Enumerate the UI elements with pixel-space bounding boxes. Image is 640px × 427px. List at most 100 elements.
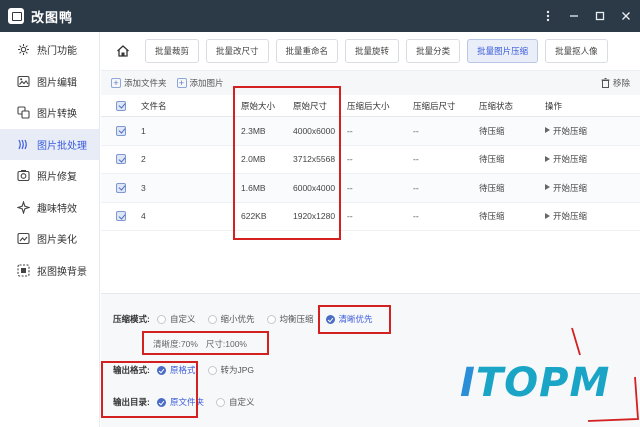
radio-icon	[266, 314, 276, 324]
play-icon	[545, 184, 550, 191]
play-icon	[545, 127, 550, 134]
start-compress-label: 开始压缩	[553, 182, 588, 193]
clarity-value: 清晰度:70%	[153, 339, 198, 349]
column-header: 压缩后尺寸	[413, 100, 456, 111]
batch-resize-button[interactable]: 批量改尺寸	[206, 39, 269, 63]
sidebar-item-hot[interactable]: 热门功能	[0, 34, 99, 66]
option-label: 缩小优先	[220, 314, 255, 324]
more-icon[interactable]	[542, 10, 554, 22]
format-option-jpg[interactable]: 转为JPG	[207, 364, 255, 376]
radio-checked-icon	[157, 397, 166, 407]
format-option-original[interactable]: 原格式	[157, 364, 196, 376]
compress-mode-label: 压缩模式:	[113, 314, 150, 324]
watermark-logo: ITOPM	[460, 363, 610, 403]
image-edit-icon	[17, 75, 30, 88]
sidebar-item-batch-process[interactable]: 图片批处理	[0, 128, 99, 160]
watermark-i: I	[460, 360, 476, 406]
compress-mode-row: 压缩模式: 自定义 缩小优先 均衡压缩 清晰优先	[101, 313, 385, 325]
option-label: 清晰优先	[338, 314, 373, 324]
option-label: 转为JPG	[220, 365, 255, 375]
dir-option-original[interactable]: 原文件夹	[157, 396, 204, 408]
column-header: 原始尺寸	[293, 100, 328, 111]
batch-cutout-portrait-button[interactable]: 批量抠人像	[545, 39, 608, 63]
window-controls	[542, 0, 632, 32]
option-label: 均衡压缩	[279, 314, 314, 324]
home-icon[interactable]	[115, 43, 131, 59]
plus-icon: +	[111, 78, 121, 88]
add-image-button[interactable]: + 添加图片	[176, 77, 224, 89]
mode-option-smaller[interactable]: 缩小优先	[207, 313, 255, 325]
batch-crop-button[interactable]: 批量裁剪	[145, 39, 200, 63]
sidebar-item-cutout[interactable]: 抠图换背景	[0, 255, 99, 287]
start-compress-button[interactable]: 开始压缩	[545, 182, 640, 194]
radio-icon	[216, 397, 226, 407]
remove-button[interactable]: 移除	[601, 77, 630, 89]
output-dir-row: 输出目录: 原文件夹 自定义	[101, 396, 267, 408]
minimize-icon[interactable]	[568, 10, 580, 22]
batch-classify-button[interactable]: 批量分类	[406, 39, 461, 63]
start-compress-label: 开始压缩	[553, 125, 588, 136]
size-value: 尺寸:100%	[205, 339, 247, 349]
original-dimensions: 6000x4000	[293, 182, 336, 193]
mode-option-clarity[interactable]: 清晰优先	[325, 313, 373, 325]
column-header: 文件名	[141, 100, 167, 111]
close-icon[interactable]	[620, 10, 632, 22]
batch-compress-button[interactable]: 批量图片压缩	[467, 39, 539, 63]
sidebar-item-image-edit[interactable]: 图片编辑	[0, 66, 99, 98]
row-checkbox[interactable]	[116, 125, 126, 136]
sidebar-item-label: 图片批处理	[37, 140, 87, 152]
sidebar-item-fun-effect[interactable]: 趣味特效	[0, 192, 99, 224]
add-folder-label: 添加文件夹	[124, 78, 167, 88]
add-image-label: 添加图片	[189, 78, 224, 88]
app-logo-icon	[8, 8, 24, 24]
table-header: 文件名 原始大小 原始尺寸 压缩后大小 压缩后尺寸 压缩状态 操作	[101, 95, 640, 117]
table-row: 3 1.6MB 6000x4000 -- -- 待压缩 开始压缩	[101, 174, 640, 203]
file-table: 文件名 原始大小 原始尺寸 压缩后大小 压缩后尺寸 压缩状态 操作 1 2.3M…	[101, 95, 640, 231]
original-size: 2.0MB	[241, 154, 266, 165]
start-compress-button[interactable]: 开始压缩	[545, 125, 640, 137]
sidebar-item-label: 抠图换背景	[37, 266, 87, 278]
start-compress-button[interactable]: 开始压缩	[545, 153, 640, 165]
trash-icon	[601, 78, 610, 88]
batch-rotate-button[interactable]: 批量旋转	[345, 39, 400, 63]
row-checkbox[interactable]	[116, 182, 126, 193]
compress-status: 待压缩	[479, 154, 505, 165]
mode-option-custom[interactable]: 自定义	[157, 313, 196, 325]
select-all-checkbox[interactable]	[116, 100, 126, 111]
row-checkbox[interactable]	[116, 211, 126, 222]
option-label: 原格式	[170, 365, 196, 375]
compressed-dimensions: --	[413, 182, 419, 193]
add-folder-button[interactable]: + 添加文件夹	[111, 77, 167, 89]
compressed-size: --	[347, 154, 353, 165]
original-dimensions: 4000x6000	[293, 125, 336, 136]
batch-rename-button[interactable]: 批量重命名	[275, 39, 339, 63]
title-bar: 改图鸭	[0, 0, 640, 32]
remove-label: 移除	[612, 78, 630, 88]
mode-option-balanced[interactable]: 均衡压缩	[266, 313, 314, 325]
start-compress-label: 开始压缩	[553, 154, 588, 165]
file-name: 4	[141, 211, 146, 222]
output-format-row: 输出格式: 原格式 转为JPG	[101, 364, 266, 376]
sidebar-item-beautify[interactable]: 图片美化	[0, 223, 99, 255]
column-header: 原始大小	[241, 100, 276, 111]
row-checkbox[interactable]	[116, 154, 126, 165]
sidebar: 热门功能 图片编辑 图片转换 图片批处理 照片修复 趣味特效 图片美化 抠图换背…	[0, 32, 100, 427]
sidebar-item-photo-repair[interactable]: 照片修复	[0, 160, 99, 192]
sidebar-item-label: 图片美化	[37, 235, 77, 247]
radio-checked-icon	[157, 365, 166, 375]
compressed-dimensions: --	[413, 154, 419, 165]
compress-status: 待压缩	[479, 182, 505, 193]
beautify-icon	[17, 232, 30, 245]
dir-option-custom[interactable]: 自定义	[216, 396, 255, 408]
compressed-dimensions: --	[413, 125, 419, 136]
radio-icon	[207, 314, 217, 324]
sidebar-item-label: 照片修复	[37, 172, 77, 184]
cutout-icon	[17, 264, 30, 277]
sidebar-item-image-convert[interactable]: 图片转换	[0, 97, 99, 129]
maximize-icon[interactable]	[594, 10, 606, 22]
start-compress-button[interactable]: 开始压缩	[545, 210, 640, 222]
compressed-size: --	[347, 182, 353, 193]
batch-process-icon	[17, 138, 30, 151]
app-title: 改图鸭	[31, 9, 74, 25]
image-convert-icon	[17, 106, 30, 119]
